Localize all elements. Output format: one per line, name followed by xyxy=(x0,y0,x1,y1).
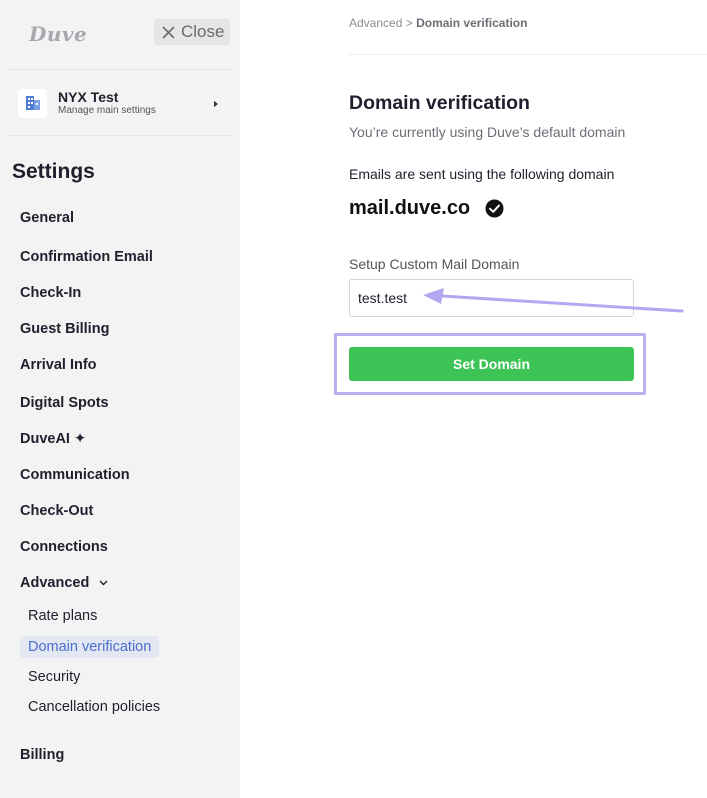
duve-logo[interactable]: Duve xyxy=(29,22,87,46)
caret-right-icon xyxy=(214,101,218,107)
sub-item-domain-verification[interactable]: Domain verification xyxy=(20,636,160,658)
nav-item-advanced-label: Advanced xyxy=(20,575,90,591)
building-icon xyxy=(18,88,47,118)
current-domain: mail.duve.co xyxy=(349,197,471,219)
breadcrumb: Advanced > Domain verification xyxy=(349,16,527,30)
header-divider xyxy=(349,54,707,55)
nav-item-duveai[interactable]: DuveAI ✦ xyxy=(20,431,86,447)
close-x-icon xyxy=(162,25,175,39)
nav-item-confirmation-email[interactable]: Confirmation Email xyxy=(20,249,153,265)
nav-item-communication[interactable]: Communication xyxy=(20,467,130,483)
sidebar-divider xyxy=(8,135,232,136)
arrow-left-icon xyxy=(423,288,684,313)
chevron-down-icon xyxy=(99,580,108,586)
custom-domain-label: Setup Custom Mail Domain xyxy=(349,256,520,272)
check-circle-icon xyxy=(485,199,504,218)
sub-item-security[interactable]: Security xyxy=(28,669,80,685)
sub-item-cancellation-policies[interactable]: Cancellation policies xyxy=(28,699,160,715)
breadcrumb-separator: > xyxy=(405,16,413,30)
breadcrumb-current: Domain verification xyxy=(416,16,528,30)
property-name: NYX Test xyxy=(58,89,119,105)
nav-item-arrival-info[interactable]: Arrival Info xyxy=(20,357,97,373)
sidebar: Duve Close NYX Test Manage main settings xyxy=(0,0,240,798)
sidebar-divider xyxy=(8,69,232,70)
sub-item-rate-plans[interactable]: Rate plans xyxy=(28,608,97,624)
nav-item-general[interactable]: General xyxy=(20,210,74,226)
current-domain-row: mail.duve.co xyxy=(349,197,504,220)
settings-heading: Settings xyxy=(12,160,95,183)
nav-item-check-in[interactable]: Check-In xyxy=(20,285,81,301)
page-subtitle: You’re currently using Duve’s default do… xyxy=(349,124,626,140)
breadcrumb-parent[interactable]: Advanced xyxy=(349,16,402,30)
nav-item-guest-billing[interactable]: Guest Billing xyxy=(20,321,109,337)
nav-item-billing[interactable]: Billing xyxy=(20,747,64,763)
nav-item-check-out[interactable]: Check-Out xyxy=(20,503,93,519)
property-subtitle: Manage main settings xyxy=(58,105,156,116)
nav-item-digital-spots[interactable]: Digital Spots xyxy=(20,395,109,411)
nav-item-connections[interactable]: Connections xyxy=(20,539,108,555)
close-button-label: Close xyxy=(181,22,225,41)
nav-item-advanced[interactable]: Advanced xyxy=(20,575,108,591)
emails-domain-label: Emails are sent using the following doma… xyxy=(349,166,615,182)
page-title: Domain verification xyxy=(349,92,530,114)
close-button[interactable]: Close xyxy=(154,19,230,45)
set-domain-button[interactable]: Set Domain xyxy=(349,347,634,381)
main-content: Advanced > Domain verification Domain ve… xyxy=(240,0,707,798)
property-selector[interactable]: NYX Test Manage main settings xyxy=(8,78,232,128)
